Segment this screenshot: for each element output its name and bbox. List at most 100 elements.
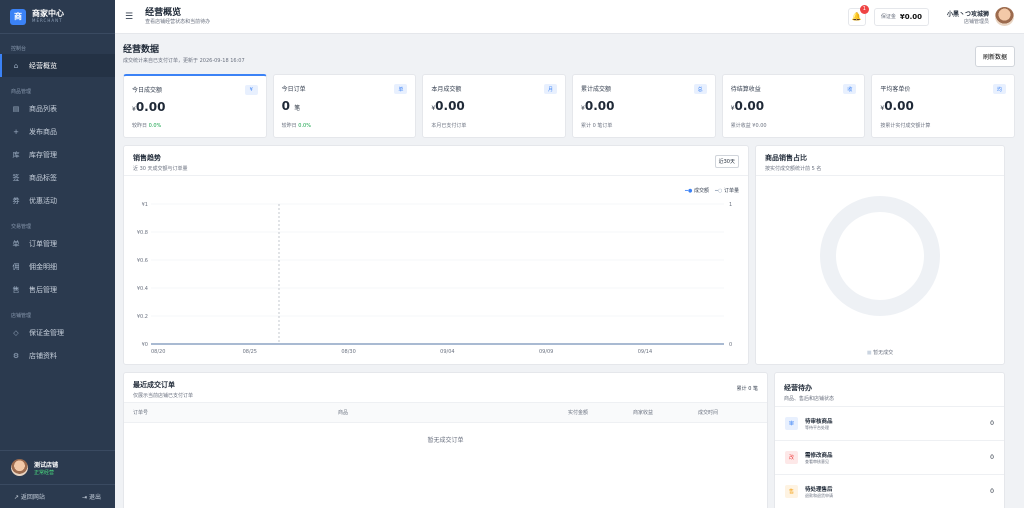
orders-total: 累计 0 笔 xyxy=(736,386,758,392)
notification-button[interactable]: 🔔 1 xyxy=(847,4,869,26)
menu-toggle-icon[interactable]: ☰ xyxy=(125,12,133,22)
stat-card: 待结算收益 收 ¥0.00 累计收益 ¥0.00 xyxy=(721,74,866,138)
sidebar-item[interactable]: ⌂ 经营概览 xyxy=(0,54,115,77)
brand: 商 商家中心 MERCHANT xyxy=(0,0,115,34)
x-tick-label: 08/30 xyxy=(341,349,355,355)
sidebar-item-label: 商品标签 xyxy=(29,173,57,182)
user-avatar xyxy=(995,7,1014,26)
nav-icon: ▤ xyxy=(12,104,20,113)
todo-item[interactable]: 审 待审核商品 等待平台处理 0 xyxy=(775,407,1004,441)
stat-tag-icon: 收 xyxy=(843,84,857,94)
user-menu[interactable]: 小黑丶つ攻城狮 店铺管理员 xyxy=(947,7,1014,26)
orders-empty: 暂无成交订单 xyxy=(427,437,464,444)
sidebar-item[interactable]: ◇ 保证金管理 xyxy=(0,321,115,344)
nav-group-label: 控制台 xyxy=(11,46,27,52)
stat-label: 平均客单价 xyxy=(880,86,911,93)
y-right-tick-label: 1 xyxy=(729,202,732,208)
todo-item-title: 待处理售后 xyxy=(805,486,833,493)
user-name: 小黑丶つ攻城狮 xyxy=(946,10,989,18)
product-share-subtitle: 按实付成交额统计前 5 名 xyxy=(765,166,822,172)
legend-amount[interactable]: ━● 成交额 xyxy=(685,187,709,194)
nav-icon: 单 xyxy=(12,239,20,248)
sidebar-item[interactable]: ▤ 商品列表 xyxy=(0,97,115,120)
y-tick-label: ¥1 xyxy=(142,202,148,208)
sidebar-item[interactable]: 单订单管理 xyxy=(0,232,115,255)
sales-trend-card: 销售趋势 近 30 天成交额与订单量 近30天 ━● 成交额 ━○ 订单量 ¥0… xyxy=(123,145,749,365)
sidebar-item-label: 售后管理 xyxy=(29,285,57,294)
stat-label: 今日订单 xyxy=(281,86,306,93)
stat-tag-icon: 均 xyxy=(993,84,1007,94)
sidebar-item[interactable]: ⚙ 店铺资料 xyxy=(0,344,115,367)
recent-orders-title: 最近成交订单 xyxy=(133,381,175,389)
sidebar-item[interactable]: 签商品标签 xyxy=(0,166,115,189)
stat-foot: 按累计实付成交额计算 xyxy=(880,123,931,129)
back-to-site-link[interactable]: ↗ 返回网站 xyxy=(14,492,45,501)
page-title: 经营概览 xyxy=(145,8,182,18)
stat-tag-icon: ¥ xyxy=(244,85,258,95)
deposit-balance[interactable]: 保证金 ¥0.00 xyxy=(873,7,929,26)
orders-col-header: 商家收益 xyxy=(633,410,654,416)
stat-foot: 较昨日 0.0% xyxy=(281,123,311,129)
sidebar-nav: 控制台 ⌂ 经营概览 商品管理 ▤ 商品列表 + 发布商品库库存管理签商品标签券优惠活动 交易管… xyxy=(0,34,115,367)
todo-item-count: 0 xyxy=(990,488,994,495)
orders-col-header: 订单号 xyxy=(133,410,149,416)
product-share-legend: ■ 暂无成交 xyxy=(866,350,894,356)
sidebar-item[interactable]: 库库存管理 xyxy=(0,143,115,166)
stat-label: 本月成交额 xyxy=(431,86,462,93)
section-subtitle: 成交统计来自已支付订单，更新于 2026-09-18 16:07 xyxy=(123,58,245,64)
stat-card: 本月成交额 月 ¥0.00 本月已支付订单 xyxy=(422,74,567,138)
stat-value: ¥0.00 xyxy=(132,100,166,114)
sidebar-item[interactable]: 佣佣金明细 xyxy=(0,255,115,278)
stat-card: 今日成交额 ¥ ¥0.00 较昨日 0.0% xyxy=(123,74,267,138)
section-title: 经营数据 xyxy=(123,45,160,55)
stat-label: 累计成交额 xyxy=(581,86,612,93)
nav-group-label: 店铺管理 xyxy=(11,313,32,319)
nav-icon: ◇ xyxy=(13,328,19,337)
stat-value: 0 笔 xyxy=(281,99,301,113)
stat-tag-icon: 总 xyxy=(693,84,707,94)
todo-item[interactable]: 改 需修改商品 查看审核意见 0 xyxy=(775,441,1004,475)
todo-item[interactable]: 售 待处理售后 退款和退货申请 0 xyxy=(775,475,1004,508)
todo-icon: 售 xyxy=(785,485,798,498)
todo-item-count: 0 xyxy=(990,420,994,427)
sales-trend-subtitle: 近 30 天成交额与订单量 xyxy=(133,166,188,172)
sidebar-item-label: 库存管理 xyxy=(29,150,57,159)
y-tick-label: ¥0.6 xyxy=(137,258,148,264)
sidebar-item-label: 商品列表 xyxy=(29,104,57,113)
store-avatar xyxy=(11,459,28,476)
todo-icon: 改 xyxy=(785,451,798,464)
y-tick-label: ¥0.4 xyxy=(137,286,148,292)
range-selector[interactable]: 近30天 xyxy=(714,155,739,168)
logout-link[interactable]: ⇥ 退出 xyxy=(82,492,101,501)
nav-icon: 券 xyxy=(12,196,20,205)
stat-card: 平均客单价 均 ¥0.00 按累计实付成交额计算 xyxy=(871,74,1016,138)
y-right-tick-label: 0 xyxy=(729,342,732,348)
todo-item-title: 待审核商品 xyxy=(805,418,833,425)
orders-col-header: 实付金额 xyxy=(568,410,589,416)
sidebar-item[interactable]: 售售后管理 xyxy=(0,278,115,301)
nav-icon: 库 xyxy=(12,150,20,159)
sidebar-item-label: 优惠活动 xyxy=(29,196,57,205)
todo-icon: 审 xyxy=(785,417,798,430)
refresh-button[interactable]: 刷新数据 xyxy=(974,46,1015,67)
sidebar-item[interactable]: + 发布商品 xyxy=(0,120,115,143)
nav-group-label: 商品管理 xyxy=(11,89,32,95)
sidebar-item[interactable]: 券优惠活动 xyxy=(0,189,115,212)
y-tick-label: ¥0 xyxy=(142,342,148,348)
nav-icon: + xyxy=(13,127,19,136)
product-share-card: 商品销售占比 按实付成交额统计前 5 名 ■ 暂无成交 xyxy=(755,145,1005,365)
sidebar-item-label: 佣金明细 xyxy=(29,262,57,271)
nav-icon: 售 xyxy=(12,285,20,294)
brand-title: 商家中心 xyxy=(32,9,64,18)
stat-foot: 累计 0 笔订单 xyxy=(581,123,613,129)
product-share-donut xyxy=(820,196,940,316)
x-tick-label: 09/04 xyxy=(440,349,454,355)
legend-orders[interactable]: ━○ 订单量 xyxy=(715,187,739,194)
stat-tag-icon: 单 xyxy=(394,84,408,94)
nav-icon: 佣 xyxy=(12,262,20,271)
sidebar-item-label: 保证金管理 xyxy=(29,328,64,337)
stat-card: 累计成交额 总 ¥0.00 累计 0 笔订单 xyxy=(572,74,716,138)
topbar: ☰ 经营概览 查看店铺经营状态和当前待办 🔔 1 保证金 ¥0.00 小黑丶つ攻… xyxy=(115,0,1024,34)
todo-item-subtitle: 查看审核意见 xyxy=(805,458,829,464)
todo-item-subtitle: 等待平台处理 xyxy=(805,424,829,430)
